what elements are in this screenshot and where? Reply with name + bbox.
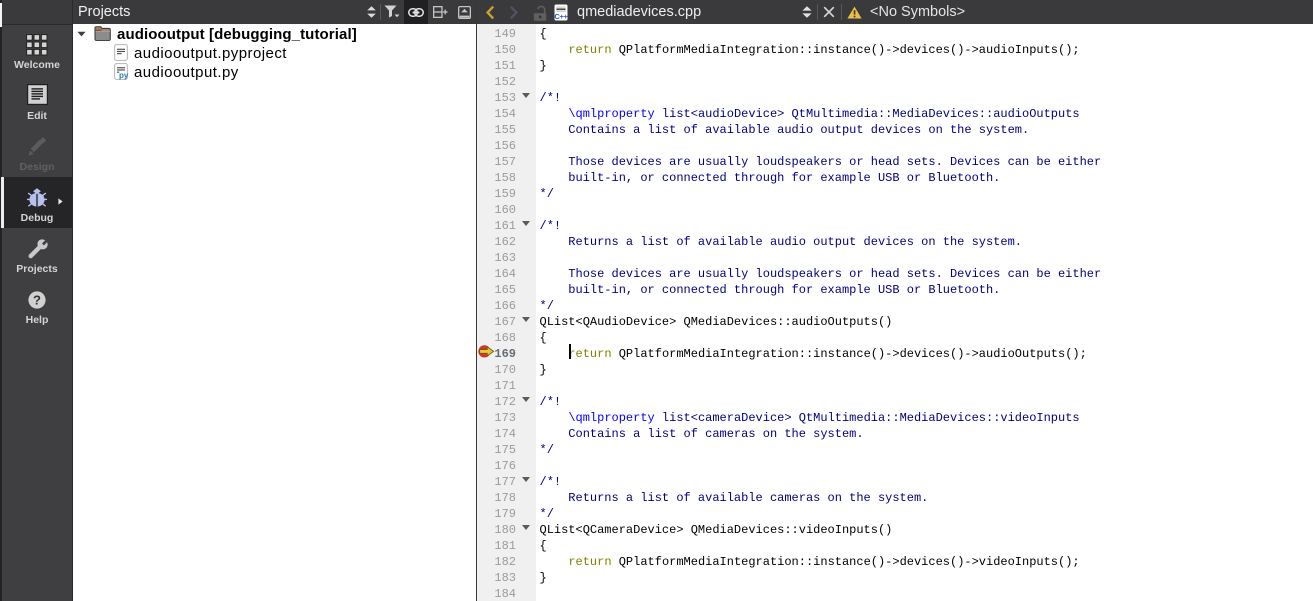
svg-text:C++: C++ [554, 11, 568, 20]
